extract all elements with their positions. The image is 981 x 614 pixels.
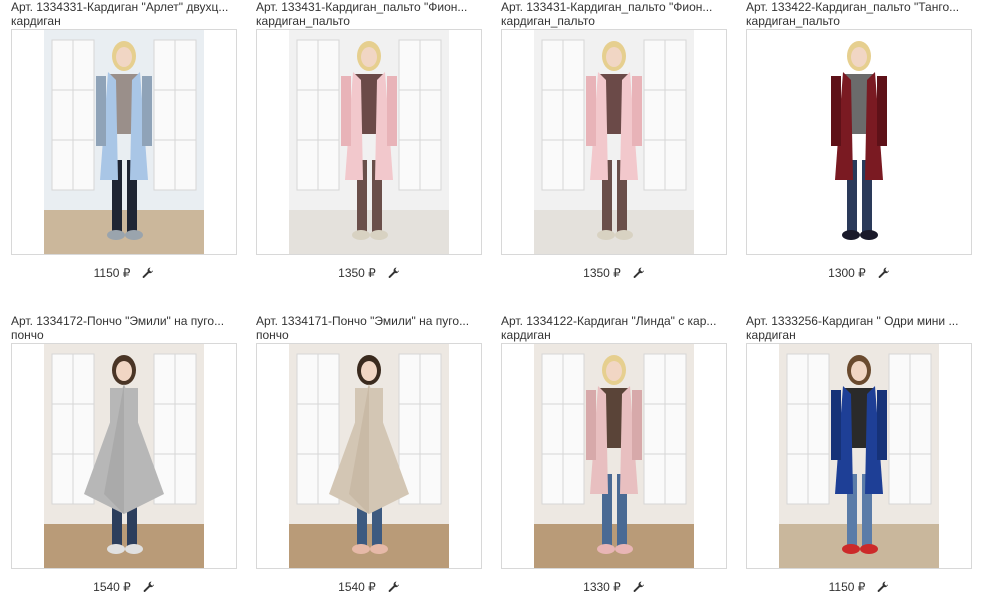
product-category: кардиган_пальто (746, 14, 840, 28)
product-card[interactable]: Арт. 1334171-Пончо "Эмили" на пуго... пон… (256, 314, 482, 604)
product-card[interactable]: Арт. 1334122-Кардиган "Линда" с кар... ка… (501, 314, 727, 604)
product-card[interactable]: Арт. 1334172-Пончо "Эмили" на пуго... пон… (11, 314, 237, 604)
product-photo-illustration (44, 30, 204, 254)
product-price: 1350 ₽ (338, 265, 376, 280)
product-title-link[interactable]: Арт. 1334122-Кардиган "Линда" с кар... (501, 314, 727, 328)
product-image[interactable] (746, 343, 972, 569)
product-photo-illustration (534, 30, 694, 254)
product-image[interactable] (11, 343, 237, 569)
product-photo (289, 344, 449, 568)
price-row: 1330 ₽ (501, 579, 727, 595)
wrench-icon[interactable] (388, 267, 400, 279)
product-photo (44, 30, 204, 254)
product-price: 1300 ₽ (828, 265, 866, 280)
product-category: кардиган (11, 14, 61, 28)
product-photo (289, 30, 449, 254)
product-image[interactable] (11, 29, 237, 255)
product-image[interactable] (501, 343, 727, 569)
product-image[interactable] (256, 29, 482, 255)
product-category: пончо (11, 328, 44, 342)
price-row: 1350 ₽ (501, 265, 727, 281)
product-title-link[interactable]: Арт. 1334172-Пончо "Эмили" на пуго... (11, 314, 237, 328)
price-row: 1150 ₽ (11, 265, 237, 281)
product-price: 1540 ₽ (93, 579, 131, 594)
product-photo (779, 30, 939, 254)
product-title-link[interactable]: Арт. 133431-Кардиган_пальто "Фион... (256, 0, 482, 14)
product-card[interactable]: Арт. 133422-Кардиган_пальто "Танго... кар… (746, 0, 972, 290)
product-title-link[interactable]: Арт. 1333256-Кардиган " Одри мини ... (746, 314, 972, 328)
product-photo-illustration (779, 344, 939, 568)
product-photo-illustration (289, 30, 449, 254)
price-row: 1540 ₽ (256, 579, 482, 595)
product-card[interactable]: Арт. 133431-Кардиган_пальто "Фион... кард… (501, 0, 727, 290)
product-title-link[interactable]: Арт. 1334331-Кардиган "Арлет" двухц... (11, 0, 237, 14)
price-row: 1300 ₽ (746, 265, 972, 281)
product-photo (534, 30, 694, 254)
product-photo-illustration (44, 344, 204, 568)
product-title-link[interactable]: Арт. 1334171-Пончо "Эмили" на пуго... (256, 314, 482, 328)
product-image[interactable] (746, 29, 972, 255)
product-title-link[interactable]: Арт. 133422-Кардиган_пальто "Танго... (746, 0, 972, 14)
price-row: 1350 ₽ (256, 265, 482, 281)
product-photo (779, 344, 939, 568)
product-price: 1350 ₽ (583, 265, 621, 280)
product-card[interactable]: Арт. 1334331-Кардиган "Арлет" двухц... ка… (11, 0, 237, 290)
product-image[interactable] (501, 29, 727, 255)
product-photo-illustration (289, 344, 449, 568)
product-price: 1330 ₽ (583, 579, 621, 594)
product-grid: Арт. 1334331-Кардиган "Арлет" двухц... ка… (0, 0, 981, 614)
price-row: 1540 ₽ (11, 579, 237, 595)
product-card[interactable]: Арт. 1333256-Кардиган " Одри мини ... кар… (746, 314, 972, 604)
wrench-icon[interactable] (878, 267, 890, 279)
wrench-icon[interactable] (877, 581, 889, 593)
product-title-link[interactable]: Арт. 133431-Кардиган_пальто "Фион... (501, 0, 727, 14)
wrench-icon[interactable] (633, 267, 645, 279)
wrench-icon[interactable] (142, 267, 154, 279)
product-photo (44, 344, 204, 568)
product-category: кардиган (746, 328, 796, 342)
product-category: кардиган (501, 328, 551, 342)
wrench-icon[interactable] (143, 581, 155, 593)
price-row: 1150 ₽ (746, 579, 972, 595)
product-image[interactable] (256, 343, 482, 569)
product-price: 1150 ₽ (93, 265, 131, 280)
product-card[interactable]: Арт. 133431-Кардиган_пальто "Фион... кард… (256, 0, 482, 290)
product-photo-illustration (534, 344, 694, 568)
product-photo-illustration (779, 30, 939, 254)
wrench-icon[interactable] (633, 581, 645, 593)
product-price: 1540 ₽ (338, 579, 376, 594)
product-price: 1150 ₽ (828, 579, 866, 594)
product-category: пончо (256, 328, 289, 342)
product-category: кардиган_пальто (256, 14, 350, 28)
product-photo (534, 344, 694, 568)
wrench-icon[interactable] (388, 581, 400, 593)
product-category: кардиган_пальто (501, 14, 595, 28)
